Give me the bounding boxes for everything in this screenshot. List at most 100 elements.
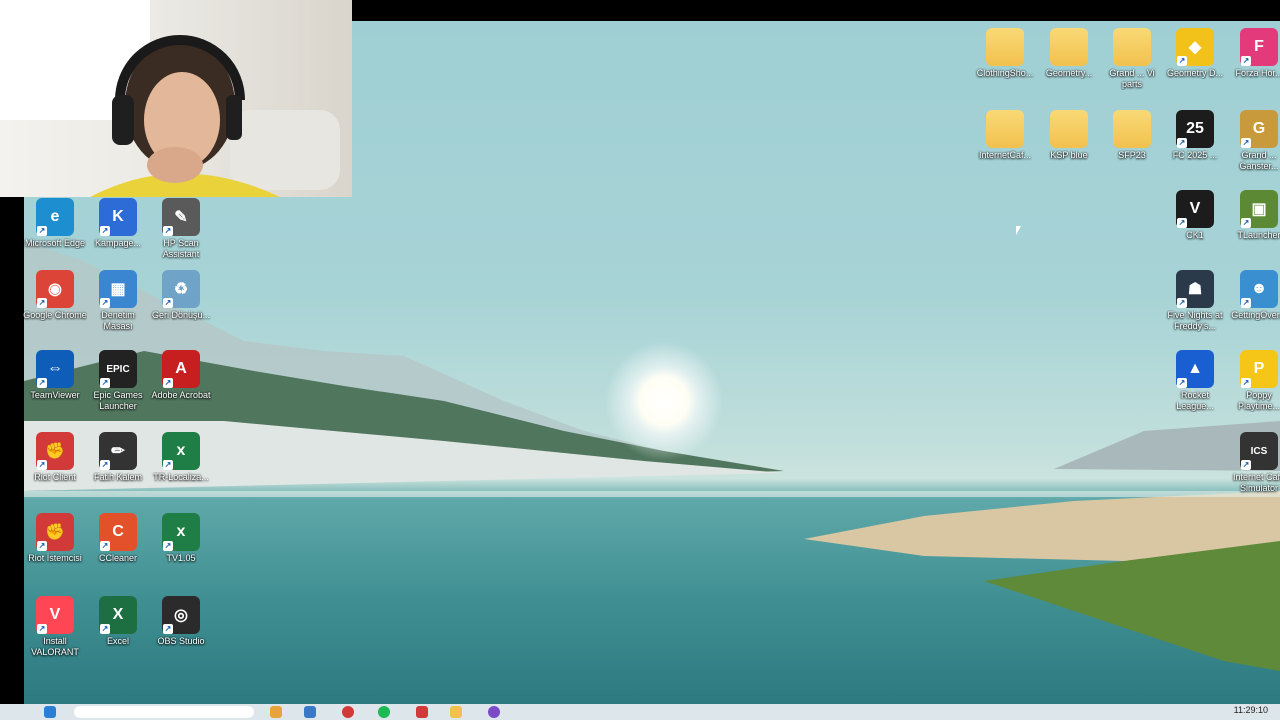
shortcut-arrow-icon: ↗ bbox=[1241, 138, 1251, 148]
desktop-shortcut[interactable]: K ↗ Kampage... bbox=[86, 198, 150, 249]
shortcut-label: GettingOver... bbox=[1231, 310, 1280, 320]
shortcut-label: Google Chrome bbox=[23, 310, 87, 320]
shortcut-label: CK1 bbox=[1186, 230, 1204, 240]
shortcut-label: Geometry... bbox=[1045, 68, 1093, 78]
shortcut-label: OBS Studio bbox=[157, 636, 205, 646]
tv105-icon: x ↗ bbox=[162, 513, 200, 551]
shortcut-arrow-icon: ↗ bbox=[1177, 56, 1187, 66]
shortcut-label: TV1.05 bbox=[166, 553, 196, 563]
spotify-taskbar-icon[interactable] bbox=[378, 706, 390, 718]
desktop-shortcut[interactable]: 25 ↗ FC 2025 ... bbox=[1163, 110, 1227, 161]
desktop-shortcut[interactable]: ✏ ↗ Fatih Kalem bbox=[86, 432, 150, 483]
desktop-shortcut[interactable]: ✊ ↗ Riot Client bbox=[23, 432, 87, 483]
valorant-icon: V ↗ bbox=[36, 596, 74, 634]
getting-over-icon: ☻ ↗ bbox=[1240, 270, 1278, 308]
desktop-shortcut[interactable]: ◎ ↗ OBS Studio bbox=[149, 596, 213, 647]
taskbar-app-icon[interactable] bbox=[304, 706, 316, 718]
chrome-icon: ◉ ↗ bbox=[36, 270, 74, 308]
taskbar-clock[interactable]: 11:29:10 bbox=[1234, 705, 1268, 715]
desktop-shortcut[interactable]: F ↗ Forza Hor... bbox=[1227, 28, 1280, 79]
desktop-shortcut[interactable]: ◆ ↗ Geometry D... bbox=[1163, 28, 1227, 79]
shortcut-arrow-icon: ↗ bbox=[1177, 378, 1187, 388]
campaign-icon: K ↗ bbox=[99, 198, 137, 236]
shortcut-arrow-icon: ↗ bbox=[163, 460, 173, 470]
desktop-shortcut[interactable]: x ↗ TV1.05 bbox=[149, 513, 213, 564]
edge-icon: e ↗ bbox=[36, 198, 74, 236]
shortcut-label: Geometry D... bbox=[1166, 68, 1223, 78]
shortcut-arrow-icon: ↗ bbox=[100, 541, 110, 551]
shortcut-label: TR-Localiza... bbox=[153, 472, 209, 482]
shortcut-arrow-icon: ↗ bbox=[37, 298, 47, 308]
start-button-icon[interactable] bbox=[44, 706, 56, 718]
shortcut-label: TLauncher bbox=[1237, 230, 1280, 240]
desktop-shortcut[interactable]: ✊ ↗ Riot İstemcisi bbox=[23, 513, 87, 564]
sun bbox=[604, 341, 724, 461]
shortcut-label: Install VALORANT bbox=[31, 636, 79, 657]
shortcut-label: ClothingSho... bbox=[976, 68, 1034, 78]
shortcut-label: FC 2025 ... bbox=[1172, 150, 1218, 160]
shortcut-arrow-icon: ↗ bbox=[100, 378, 110, 388]
desktop-shortcut[interactable]: EPIC ↗ Epic Games Launcher bbox=[86, 350, 150, 412]
desktop-shortcut[interactable]: G ↗ Grand ... Ganster... bbox=[1227, 110, 1280, 172]
poppy-playtime-icon: P ↗ bbox=[1240, 350, 1278, 388]
shortcut-label: Grand ... Vi parts bbox=[1109, 68, 1155, 89]
folder-icon bbox=[1113, 28, 1151, 66]
desktop-shortcut[interactable]: ◉ ↗ Google Chrome bbox=[23, 270, 87, 321]
desktop-shortcut[interactable]: A ↗ Adobe Acrobat bbox=[149, 350, 213, 401]
desktop-shortcut[interactable]: X ↗ Excel bbox=[86, 596, 150, 647]
internet-cafe-icon: ICS ↗ bbox=[1240, 432, 1278, 470]
shortcut-arrow-icon: ↗ bbox=[100, 460, 110, 470]
webcam-overlay bbox=[0, 0, 352, 197]
shortcut-label: HP Scan Assistant bbox=[162, 238, 200, 259]
shortcut-arrow-icon: ↗ bbox=[163, 378, 173, 388]
shortcut-label: Geri Dönüşü... bbox=[151, 310, 211, 320]
desktop-shortcut[interactable]: ▣ ↗ TLauncher bbox=[1227, 190, 1280, 241]
shortcut-arrow-icon: ↗ bbox=[100, 298, 110, 308]
desktop-shortcut[interactable]: e ↗ Microsoft Edge bbox=[23, 198, 87, 249]
desktop-shortcut[interactable]: ☗ ↗ Five Nights at Freddy's... bbox=[1163, 270, 1227, 332]
riot-taskbar-icon[interactable] bbox=[416, 706, 428, 718]
desktop-shortcut[interactable]: Geometry... bbox=[1037, 28, 1101, 79]
shortcut-arrow-icon: ↗ bbox=[37, 460, 47, 470]
desktop-shortcut[interactable]: ♻ ↗ Geri Dönüşü... bbox=[149, 270, 213, 321]
desktop-shortcut[interactable]: ICS ↗ Internet Cafe Simulator bbox=[1227, 432, 1280, 494]
desktop-shortcut[interactable]: SFP23 bbox=[1100, 110, 1164, 161]
desktop-shortcut[interactable]: V ↗ Install VALORANT bbox=[23, 596, 87, 658]
chrome-taskbar-icon[interactable] bbox=[342, 706, 354, 718]
minecraft-icon: ▣ ↗ bbox=[1240, 190, 1278, 228]
desktop-shortcut[interactable]: ⇔ ↗ TeamViewer bbox=[23, 350, 87, 401]
desktop-shortcut[interactable]: ▲ ↗ Rocket League... bbox=[1163, 350, 1227, 412]
desktop-shortcut[interactable]: ▦ ↗ Denetim Masası bbox=[86, 270, 150, 332]
desktop-shortcut[interactable]: V ↗ CK1 bbox=[1163, 190, 1227, 241]
task-view-icon[interactable] bbox=[270, 706, 282, 718]
riot-istemcisi-icon: ✊ ↗ bbox=[36, 513, 74, 551]
shortcut-arrow-icon: ↗ bbox=[163, 541, 173, 551]
shortcut-label: Poppy Playtime... bbox=[1237, 390, 1280, 411]
shortcut-arrow-icon: ↗ bbox=[37, 378, 47, 388]
desktop-shortcut[interactable]: ✎ ↗ HP Scan Assistant bbox=[149, 198, 213, 260]
shortcut-arrow-icon: ↗ bbox=[163, 298, 173, 308]
desktop-shortcut[interactable]: InternetCaf... bbox=[973, 110, 1037, 161]
epic-games-icon: EPIC ↗ bbox=[99, 350, 137, 388]
desktop-shortcut[interactable]: P ↗ Poppy Playtime... bbox=[1227, 350, 1280, 412]
explorer-taskbar-icon[interactable] bbox=[450, 706, 462, 718]
shortcut-arrow-icon: ↗ bbox=[1177, 138, 1187, 148]
desktop-shortcut[interactable]: x ↗ TR-Localiza... bbox=[149, 432, 213, 483]
shortcut-label: Kampage... bbox=[94, 238, 142, 248]
excel-icon: X ↗ bbox=[99, 596, 137, 634]
shortcut-label: Grand ... Ganster... bbox=[1239, 150, 1279, 171]
desktop-shortcut[interactable]: Grand ... Vi parts bbox=[1100, 28, 1164, 90]
desktop-shortcut[interactable]: KSP blue bbox=[1037, 110, 1101, 161]
desktop-shortcut[interactable]: ☻↗ GettingOver... bbox=[1227, 270, 1280, 321]
shortcut-arrow-icon: ↗ bbox=[37, 541, 47, 551]
shortcut-label: Microsoft Edge bbox=[24, 238, 86, 248]
shortcut-arrow-icon: ↗ bbox=[163, 624, 173, 634]
desktop-shortcut[interactable]: ClothingSho... bbox=[973, 28, 1037, 79]
taskbar-app-icon[interactable] bbox=[488, 706, 500, 718]
rocket-league-icon: ▲ ↗ bbox=[1176, 350, 1214, 388]
desktop-shortcut[interactable]: C ↗ CCleaner bbox=[86, 513, 150, 564]
search-box[interactable] bbox=[74, 706, 254, 718]
shortcut-arrow-icon: ↗ bbox=[163, 226, 173, 236]
shortcut-arrow-icon: ↗ bbox=[1241, 56, 1251, 66]
folder-icon bbox=[1050, 110, 1088, 148]
